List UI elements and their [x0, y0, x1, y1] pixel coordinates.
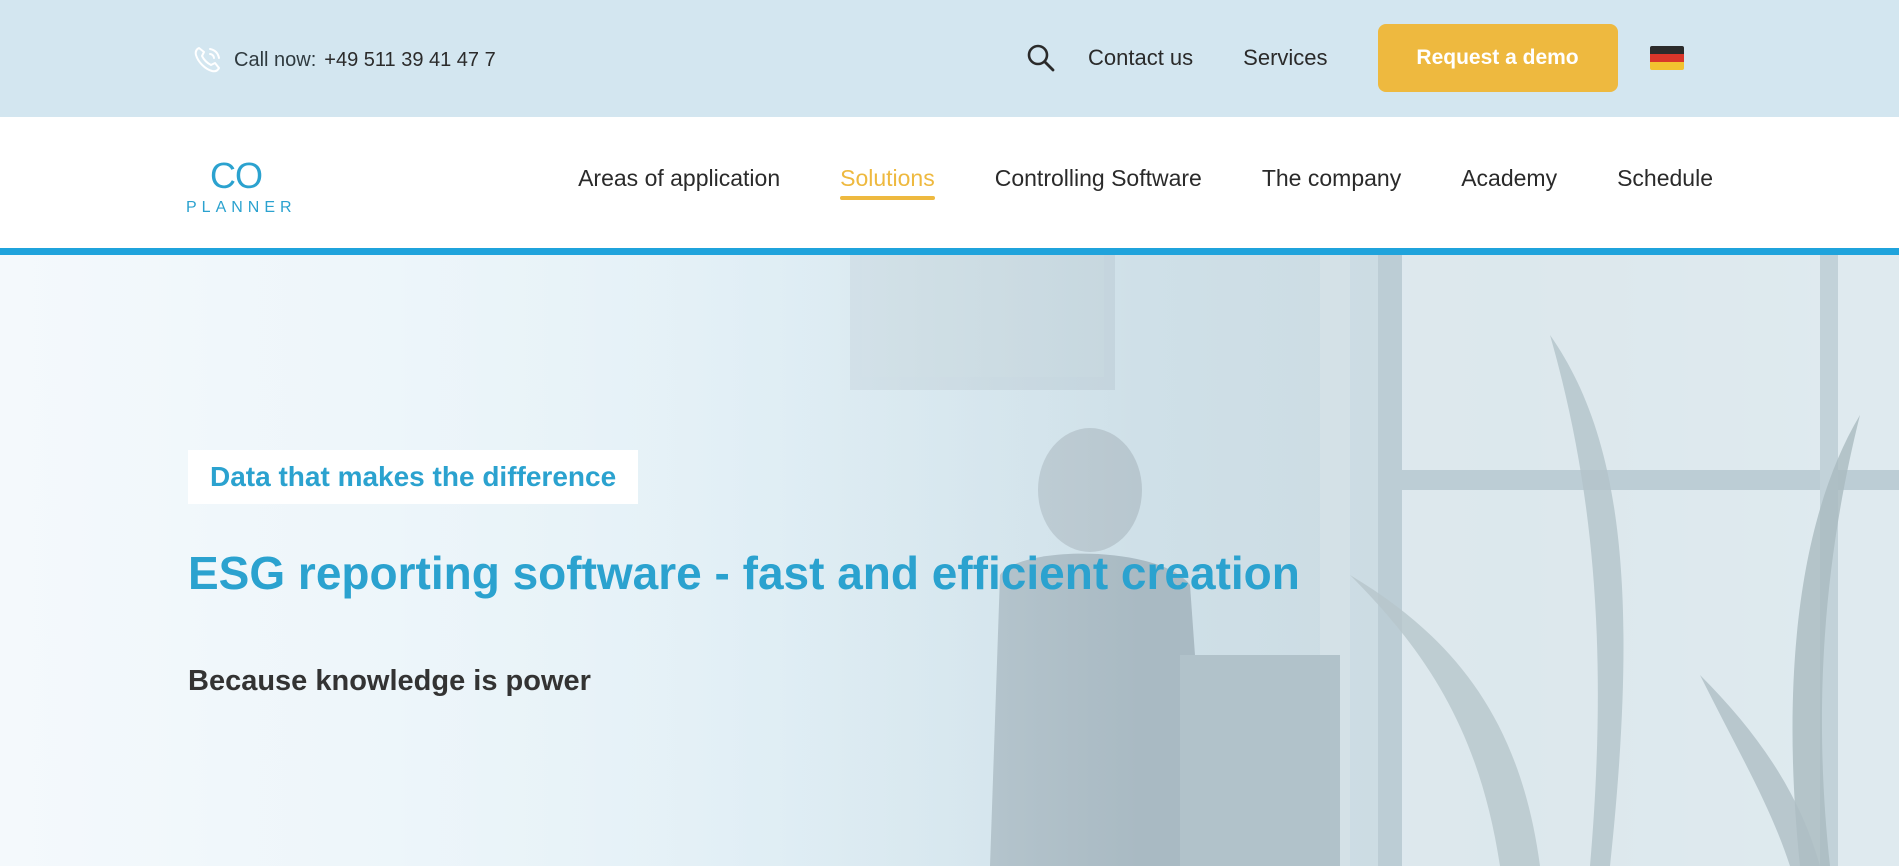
main-header: CO PLANNER Areas of application Solution… — [0, 117, 1899, 248]
nav-the-company[interactable]: The company — [1262, 165, 1401, 198]
search-icon[interactable] — [1026, 43, 1056, 73]
main-navigation: Areas of application Solutions Controlli… — [578, 165, 1713, 200]
hero-tagline: Data that makes the difference — [210, 461, 617, 492]
tagline-box: Data that makes the difference — [188, 450, 639, 504]
hero-subtitle: Because knowledge is power — [188, 665, 591, 697]
phone-number[interactable]: +49 511 39 41 47 7 — [324, 49, 495, 72]
nav-areas-of-application[interactable]: Areas of application — [578, 165, 780, 198]
hero-title: ESG reporting software - fast and effici… — [188, 547, 1300, 599]
phone-contact[interactable]: Call now: +49 511 39 41 47 7 — [190, 42, 496, 78]
contact-us-link[interactable]: Contact us — [1088, 45, 1193, 71]
nav-controlling-software[interactable]: Controlling Software — [995, 165, 1202, 198]
header-divider — [0, 248, 1899, 255]
top-bar: Call now: +49 511 39 41 47 7 Contact us … — [0, 0, 1899, 117]
phone-icon — [194, 47, 220, 73]
logo-mark: CO — [210, 155, 263, 196]
call-label: Call now: — [234, 48, 317, 71]
nav-solutions[interactable]: Solutions — [840, 165, 935, 200]
nav-schedule[interactable]: Schedule — [1617, 165, 1713, 198]
coplanner-logo[interactable]: CO PLANNER — [186, 155, 296, 219]
logo-wordmark: PLANNER — [186, 199, 297, 216]
german-flag-icon[interactable] — [1649, 46, 1684, 70]
nav-academy[interactable]: Academy — [1461, 165, 1557, 198]
services-link[interactable]: Services — [1243, 45, 1327, 71]
request-demo-button[interactable]: Request a demo — [1377, 24, 1618, 92]
top-navigation: Contact us Services Request a demo — [1026, 24, 1684, 92]
hero-section: Data that makes the difference ESG repor… — [0, 255, 1899, 866]
